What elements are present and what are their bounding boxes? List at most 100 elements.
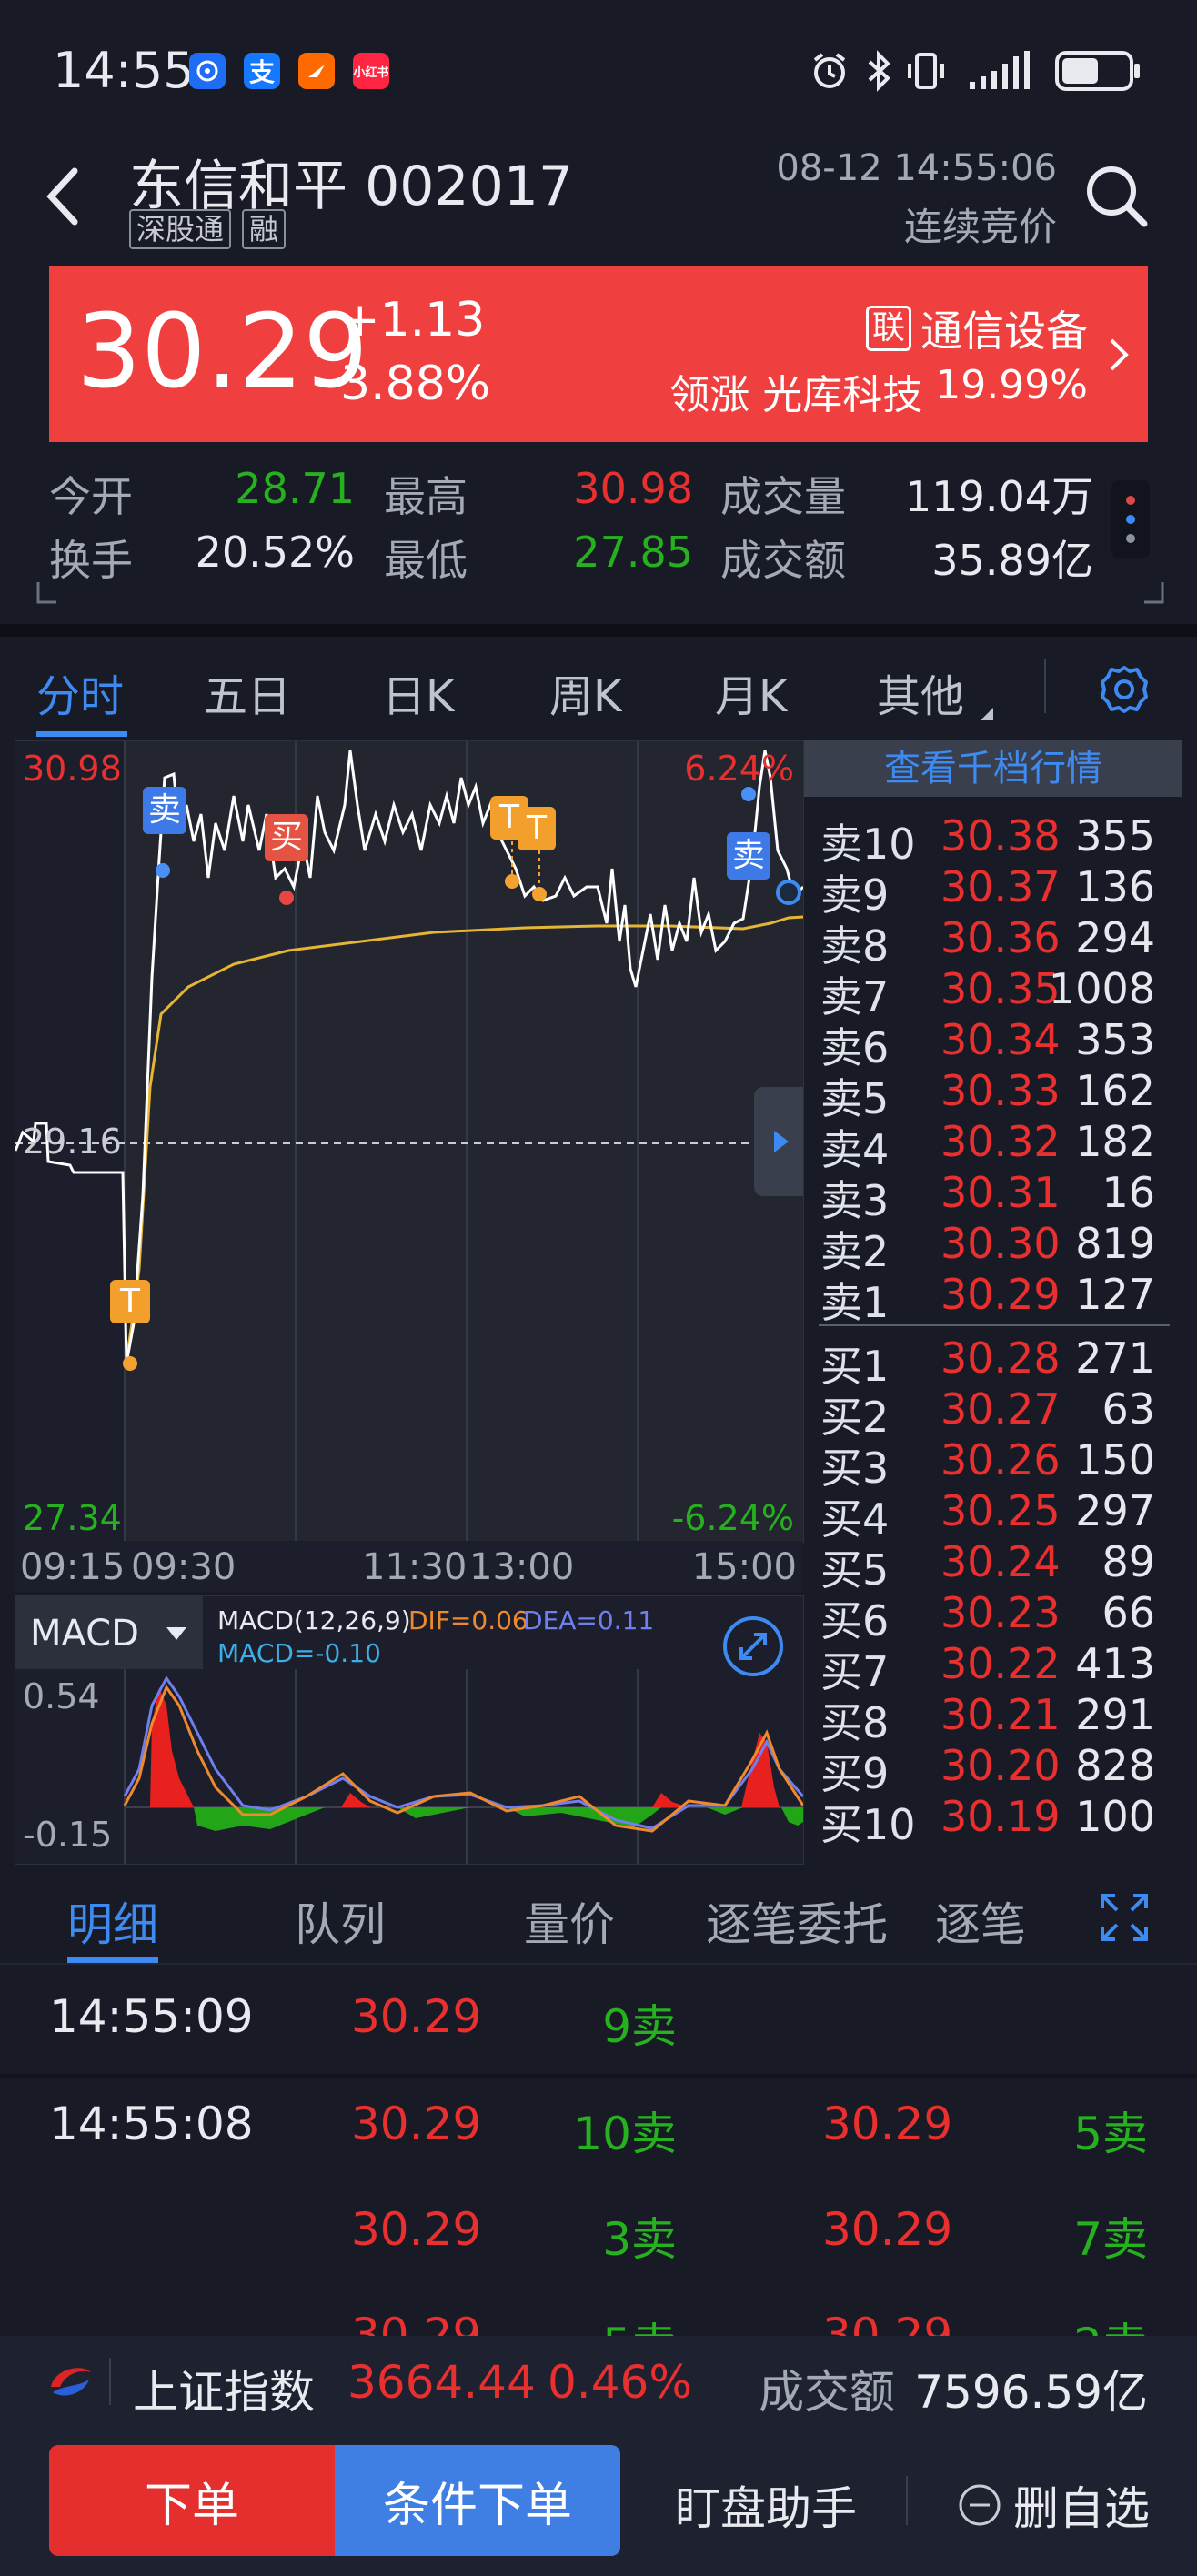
app-icon-blue	[189, 53, 226, 89]
vibrate-icon	[908, 53, 944, 89]
bid-price: 30.22	[940, 1639, 1061, 1688]
volume-label: 成交量	[720, 472, 846, 521]
index-bar[interactable]: 上证指数 3664.44 0.46% 成交额 7596.59亿	[0, 2336, 1197, 2427]
bid-row[interactable]: 买10 30.19 100	[804, 1792, 1168, 1849]
tab-other[interactable]: 其他	[877, 660, 964, 724]
ask-row[interactable]: 卖4 30.32 182	[804, 1117, 1168, 1174]
open-label: 今开	[49, 472, 133, 521]
tag-margin: 融	[242, 209, 287, 249]
tab-5day[interactable]: 五日	[204, 660, 291, 724]
indicator-name: MACD	[30, 1613, 139, 1655]
order-button[interactable]: 下单	[49, 2445, 335, 2556]
ask-row[interactable]: 卖7 30.35 1008	[804, 964, 1168, 1021]
ask-row[interactable]: 卖2 30.30 819	[804, 1219, 1168, 1276]
index-logo-icon	[51, 2368, 91, 2396]
bid-row[interactable]: 买5 30.24 89	[804, 1537, 1168, 1595]
watch-assistant-button[interactable]: 盯盘助手	[675, 2472, 857, 2538]
alarm-icon	[813, 53, 846, 88]
indicator-selector[interactable]: MACD	[15, 1596, 203, 1669]
bid-volume: 413	[1075, 1639, 1155, 1688]
tab-ticks[interactable]: 明细	[67, 1888, 158, 1954]
quote-banner[interactable]: 30.29 +1.13 3.88% 联 通信设备 领涨 光库科技 19.99%	[49, 266, 1148, 442]
bid-row[interactable]: 买2 30.27 63	[804, 1384, 1168, 1442]
ask-row[interactable]: 卖5 30.33 162	[804, 1066, 1168, 1123]
bid-price: 30.28	[940, 1333, 1061, 1383]
leader-pct: 19.99%	[935, 362, 1088, 408]
index-name: 上证指数	[133, 2366, 315, 2419]
search-button[interactable]	[1079, 158, 1155, 238]
price-change-pct: 3.88%	[340, 357, 491, 411]
buy-marker[interactable]: 买	[265, 814, 308, 861]
sector-link[interactable]: 联 通信设备	[865, 298, 1088, 358]
bid-volume: 297	[1075, 1486, 1155, 1535]
ask-row[interactable]: 卖6 30.34 353	[804, 1015, 1168, 1072]
turnover-label: 换手	[49, 536, 133, 585]
low-label: 最低	[384, 536, 468, 585]
ask-row[interactable]: 卖3 30.31 16	[804, 1168, 1168, 1225]
ask-row[interactable]: 卖8 30.36 294	[804, 913, 1168, 971]
full-depth-link[interactable]: 查看千档行情	[804, 740, 1182, 797]
price-change: +1.13	[340, 293, 486, 347]
ask-row[interactable]: 卖9 30.37 136	[804, 862, 1168, 920]
bid-row[interactable]: 买9 30.20 828	[804, 1741, 1168, 1798]
ask-volume: 353	[1075, 1015, 1155, 1064]
intraday-chart[interactable]: 卖 买 T T 卖 T 30.98 29.16 27.34 6.24% -6.2…	[15, 740, 804, 1543]
ask-row[interactable]: 卖1 30.29 127	[804, 1270, 1168, 1327]
bid-row[interactable]: 买4 30.25 297	[804, 1486, 1168, 1544]
tab-monthly-k[interactable]: 月K	[715, 660, 787, 724]
t-marker[interactable]: T	[518, 807, 556, 850]
expand-orderbook-button[interactable]	[754, 1087, 803, 1196]
alipay-icon: 支	[244, 53, 280, 89]
corner-right-icon	[1144, 582, 1164, 604]
tab-daily-k[interactable]: 日K	[382, 660, 454, 724]
tick-time: 14:55:09	[49, 1990, 254, 2043]
settings-gear-icon[interactable]	[1097, 662, 1152, 717]
remove-watchlist-button[interactable]: 删自选	[957, 2472, 1150, 2538]
tab-order-by-order[interactable]: 逐笔委托	[706, 1888, 888, 1954]
tick-price: 30.29	[351, 2309, 482, 2336]
more-stats-button[interactable]	[1112, 480, 1150, 558]
ask-row[interactable]: 卖10 30.38 355	[804, 811, 1168, 869]
tab-trade-by-trade[interactable]: 逐笔	[935, 1888, 1046, 1954]
bid-row[interactable]: 买7 30.22 413	[804, 1639, 1168, 1696]
status-time: 14:55	[53, 42, 195, 99]
tick-row: 14:55:08 30.29 10卖 30.29 5卖	[0, 2078, 1197, 2183]
sell-marker[interactable]: 卖	[727, 832, 770, 880]
tick-volume: 3卖	[602, 2213, 677, 2266]
ask-volume: 136	[1075, 862, 1155, 911]
bid-row[interactable]: 买8 30.21 291	[804, 1690, 1168, 1747]
time-axis: 09:15 09:30 11:30 13:00 15:00	[15, 1541, 802, 1592]
bottom-bar: 下单 条件下单 盯盘助手 删自选	[0, 2427, 1197, 2576]
amount-value: 35.89亿	[931, 536, 1093, 585]
bid-row[interactable]: 买6 30.23 66	[804, 1588, 1168, 1645]
time-label-0915: 09:15	[20, 1546, 126, 1588]
t-marker[interactable]: T	[110, 1280, 150, 1323]
back-button[interactable]	[36, 160, 91, 236]
ask-price: 30.35	[940, 964, 1061, 1013]
bid-row[interactable]: 买1 30.28 271	[804, 1333, 1168, 1391]
bid-volume: 291	[1075, 1690, 1155, 1739]
tab-volume-price[interactable]: 量价	[524, 1888, 615, 1954]
bid-price: 30.24	[940, 1537, 1061, 1586]
minus-circle-icon	[959, 2484, 1001, 2526]
bid-price: 30.26	[940, 1435, 1061, 1484]
y-axis-mid-label: 29.16	[23, 1122, 122, 1162]
conditional-order-button[interactable]: 条件下单	[335, 2445, 620, 2556]
tick-volume-2: 2卖	[1073, 2309, 1148, 2336]
ask-price: 30.31	[940, 1168, 1061, 1217]
bid-volume: 63	[1101, 1384, 1155, 1434]
tab-weekly-k[interactable]: 周K	[549, 660, 621, 724]
macd-value: MACD=-0.10	[217, 1638, 381, 1668]
tab-queue[interactable]: 队列	[295, 1888, 386, 1954]
bid-row[interactable]: 买3 30.26 150	[804, 1435, 1168, 1493]
time-label-1300: 13:00	[469, 1546, 575, 1588]
fullscreen-icon[interactable]	[1097, 1890, 1152, 1945]
tick-row: 30.29 3卖 30.29 7卖	[0, 2183, 1197, 2289]
tick-price-2: 30.29	[822, 2098, 953, 2150]
bid-label: 买10	[820, 1800, 916, 1849]
tab-intraday[interactable]: 分时	[36, 660, 124, 724]
sell-marker[interactable]: 卖	[143, 787, 186, 834]
ask-price: 30.29	[940, 1270, 1061, 1319]
macd-dif: DIF=0.06	[408, 1605, 528, 1635]
tab-underline	[36, 731, 127, 737]
